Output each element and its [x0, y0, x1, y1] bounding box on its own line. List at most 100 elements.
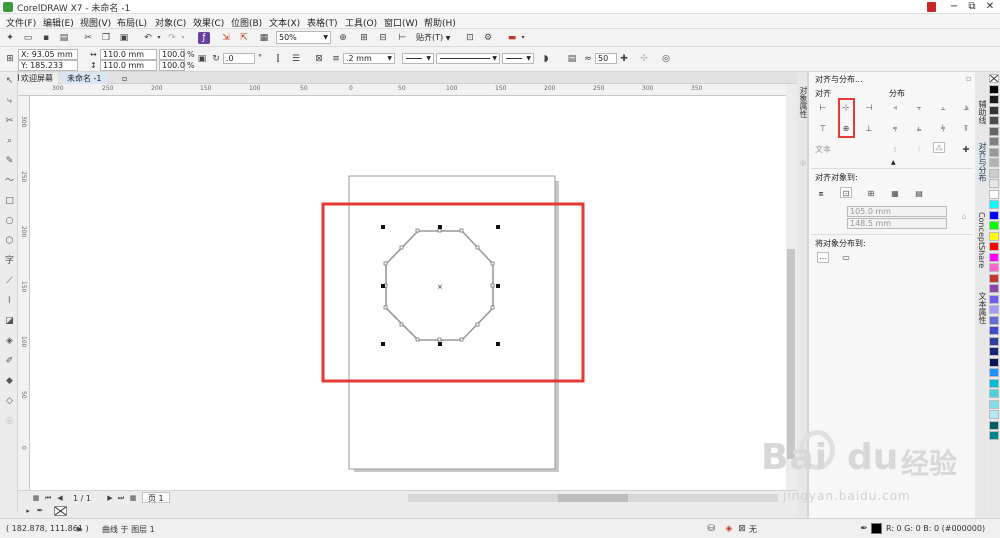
copy-icon[interactable]: ❐ — [100, 32, 112, 44]
color-swatch[interactable] — [989, 105, 999, 115]
menu-tools[interactable]: 工具(O) — [345, 16, 377, 29]
mirror-vertical-icon[interactable]: ☰ — [290, 53, 302, 65]
menu-view[interactable]: 视图(V) — [80, 16, 111, 29]
add-page-icon[interactable]: ▦ — [127, 492, 139, 504]
crop-tool-icon[interactable]: ✂ — [4, 116, 15, 127]
tab-close-icon[interactable]: ▫ — [117, 73, 132, 84]
outline-color-swatch[interactable] — [871, 523, 882, 534]
fullscreen-icon[interactable]: ⊕ — [337, 32, 349, 44]
restore-button[interactable]: ⧉ — [962, 0, 982, 14]
lock-ratio-icon[interactable]: ▣ — [196, 53, 208, 65]
pick-tool-icon[interactable]: ↖ — [4, 76, 15, 87]
color-swatch[interactable] — [989, 410, 999, 419]
grid-align-icon[interactable]: ▦ — [889, 188, 901, 199]
tab-guidelines[interactable]: 辅助线 — [977, 100, 988, 124]
drawing-canvas[interactable]: × — [30, 96, 786, 490]
menu-edit[interactable]: 编辑(E) — [43, 16, 74, 29]
color-swatch[interactable] — [989, 389, 999, 398]
document-color-icon[interactable]: ⛁ — [705, 523, 717, 535]
menu-help[interactable]: 帮助(H) — [424, 16, 456, 29]
launch-dropdown-icon[interactable]: ▾ — [517, 32, 529, 44]
color-swatch[interactable] — [989, 263, 999, 272]
shape-tool-icon[interactable]: ⤷ — [4, 96, 15, 107]
y-position-field[interactable]: Y: 185.233 mm — [18, 60, 78, 80]
color-swatch[interactable] — [989, 189, 999, 199]
scrollbar-thumb[interactable] — [558, 494, 628, 502]
distribute-center-h-icon[interactable]: ⫟ — [913, 102, 925, 113]
collapse-arrow-icon[interactable]: ▲ — [891, 159, 896, 166]
grid-icon[interactable]: ⊟ — [377, 32, 389, 44]
tab-conceptshare[interactable]: ConceptShare — [977, 212, 986, 268]
color-swatch[interactable] — [989, 294, 999, 304]
color-swatch[interactable] — [989, 273, 999, 283]
object-origin-icon[interactable]: ⊞ — [4, 53, 16, 65]
height-field[interactable]: 110.0 mm — [100, 60, 157, 71]
plus-icon[interactable]: ✚ — [618, 53, 630, 65]
distribute-bottom-icon[interactable]: ⫪ — [960, 123, 972, 134]
distribute-spacing-v-icon[interactable]: ⫩ — [937, 123, 949, 134]
distribute-right-icon[interactable]: ⫡ — [960, 102, 972, 113]
close-curve-icon[interactable]: ⊠ — [313, 53, 325, 65]
menu-window[interactable]: 窗口(W) — [384, 16, 418, 29]
no-color-swatch[interactable] — [989, 74, 999, 83]
parallel-dimension-icon[interactable]: ⟋ — [4, 276, 15, 287]
distribute-left-icon[interactable]: ⫞ — [889, 102, 901, 113]
export-icon[interactable]: ⇱ — [238, 32, 250, 44]
color-swatch[interactable] — [989, 147, 999, 157]
eyedropper-icon[interactable]: ✒ — [34, 505, 46, 517]
add-customize-icon[interactable]: ◎ — [660, 53, 672, 65]
point-y-field[interactable]: 148.5 mm — [847, 218, 947, 229]
distribute-center-v-icon[interactable]: ⫨ — [913, 123, 925, 134]
color-swatch[interactable] — [989, 95, 999, 104]
rulers-icon[interactable]: ⊞ — [358, 32, 370, 44]
start-arrowhead-select[interactable]: ▼ — [402, 53, 434, 64]
align-right-icon[interactable]: ⊣ — [863, 102, 875, 113]
color-swatch[interactable] — [989, 252, 999, 262]
scale-y-field[interactable]: 100.0 — [159, 60, 185, 71]
menu-text[interactable]: 文本(X) — [269, 16, 300, 29]
app-launcher-icon[interactable]: ▦ — [258, 32, 270, 44]
color-swatch[interactable] — [989, 357, 999, 367]
tab-align-distribute[interactable]: 对齐与分布 — [977, 142, 988, 182]
first-page-icon[interactable]: ⏮ — [42, 492, 54, 504]
print-icon[interactable]: ▤ — [58, 32, 70, 44]
line-style-select[interactable]: ▼ — [436, 53, 500, 64]
color-swatch[interactable] — [989, 231, 999, 241]
color-swatch[interactable] — [989, 378, 999, 388]
zoom-select[interactable]: 50% ▼ — [276, 31, 331, 44]
rotate-icon[interactable]: ↻ — [210, 53, 222, 65]
minimize-button[interactable]: − — [944, 0, 964, 14]
color-swatch[interactable] — [989, 116, 999, 125]
distribute-top-icon[interactable]: ⫧ — [889, 123, 901, 134]
docker-close-icon[interactable]: ▫ — [966, 74, 971, 83]
color-swatch[interactable] — [989, 158, 999, 167]
menu-file[interactable]: 文件(F) — [6, 16, 36, 29]
align-top-icon[interactable]: ⊤ — [817, 123, 829, 134]
align-bottom-icon[interactable]: ⊥ — [863, 123, 875, 134]
search-content-icon[interactable]: ƒ — [198, 32, 210, 44]
color-swatch[interactable] — [989, 305, 999, 314]
play-icon[interactable]: ▶ — [74, 523, 86, 535]
close-button[interactable]: ✕ — [980, 0, 1000, 14]
transparency-icon[interactable]: ◈ — [4, 336, 15, 347]
color-swatch[interactable] — [989, 126, 999, 136]
specified-point-icon[interactable]: ▤ — [913, 188, 925, 199]
color-swatch[interactable] — [989, 168, 999, 178]
redo-dropdown-icon[interactable]: ▾ — [177, 32, 189, 44]
quick-customize-icon[interactable]: ✣ — [638, 53, 650, 65]
color-swatch[interactable] — [989, 336, 999, 346]
swap-icon[interactable]: ◗ — [540, 53, 552, 65]
distribute-spacing-h-icon[interactable]: ⫠ — [937, 102, 949, 113]
color-swatch[interactable] — [989, 284, 999, 293]
color-swatch[interactable] — [989, 221, 999, 230]
color-swatch[interactable] — [989, 242, 999, 251]
color-swatch[interactable] — [989, 420, 999, 430]
smart-fill-icon[interactable]: ◇ — [4, 396, 15, 407]
page-tab[interactable]: 页 1 — [142, 492, 170, 503]
rotation-angle-field[interactable]: .0 — [223, 53, 255, 64]
selection-extent-icon[interactable]: ⋯ — [817, 252, 829, 263]
text-wrap-icon[interactable]: ▤ — [566, 53, 578, 65]
page-edge-icon[interactable]: ⊡ — [840, 187, 852, 198]
last-page-icon[interactable]: ⏭ — [115, 492, 127, 504]
color-swatch[interactable] — [989, 315, 999, 325]
